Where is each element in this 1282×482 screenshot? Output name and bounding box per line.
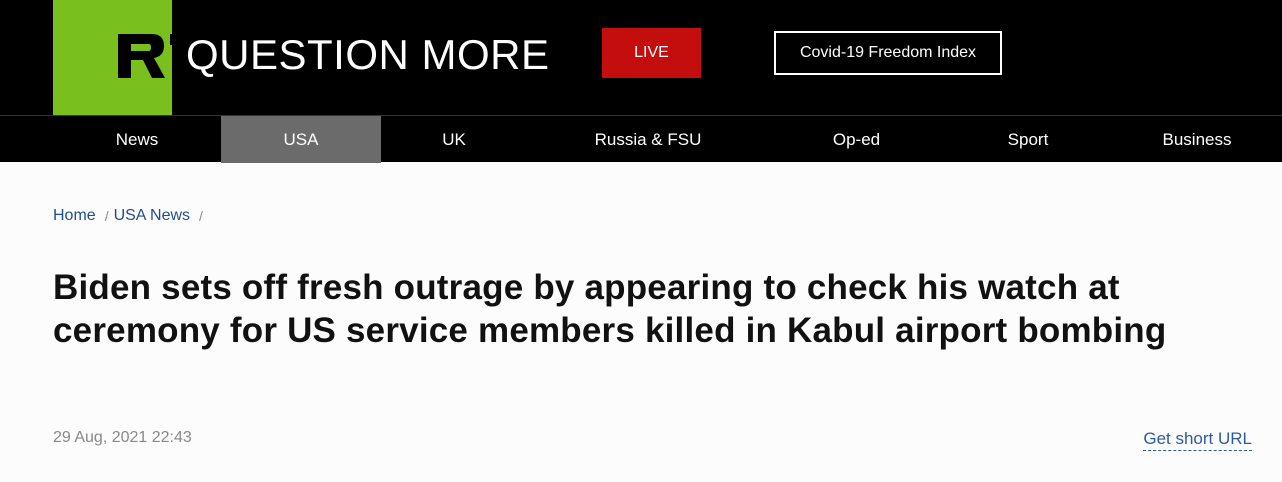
nav-item-business[interactable]: Business — [1112, 116, 1282, 163]
breadcrumb-separator: / — [199, 208, 203, 224]
get-short-url-link[interactable]: Get short URL — [1143, 429, 1252, 451]
logo-letter-r-icon — [118, 34, 165, 78]
covid-freedom-index-button[interactable]: Covid-19 Freedom Index — [774, 31, 1002, 75]
nav-item-op-ed[interactable]: Op-ed — [769, 116, 944, 163]
tagline: QUESTION MORE — [186, 31, 550, 78]
article-headline: Biden sets off fresh outrage by appearin… — [53, 268, 1167, 350]
nav-item-sport[interactable]: Sport — [944, 116, 1112, 163]
nav-item-usa[interactable]: USA — [221, 116, 381, 163]
breadcrumb-home[interactable]: Home — [53, 207, 96, 225]
rt-logo[interactable] — [53, 0, 212, 115]
nav-item-uk[interactable]: UK — [381, 116, 527, 163]
site-header: QUESTION MORE LIVE Covid-19 Freedom Inde… — [0, 0, 1282, 115]
breadcrumb-separator: / — [104, 208, 109, 224]
breadcrumb: Home / USA News / — [53, 207, 208, 225]
nav-item-news[interactable]: News — [53, 116, 221, 163]
breadcrumb-usa-news[interactable]: USA News — [114, 207, 190, 225]
live-button[interactable]: LIVE — [602, 28, 701, 78]
main-nav: News USA UK Russia & FSU Op-ed Sport Bus… — [0, 115, 1282, 163]
article-date: 29 Aug, 2021 22:43 — [53, 429, 192, 446]
nav-item-russia-fsu[interactable]: Russia & FSU — [527, 116, 769, 163]
